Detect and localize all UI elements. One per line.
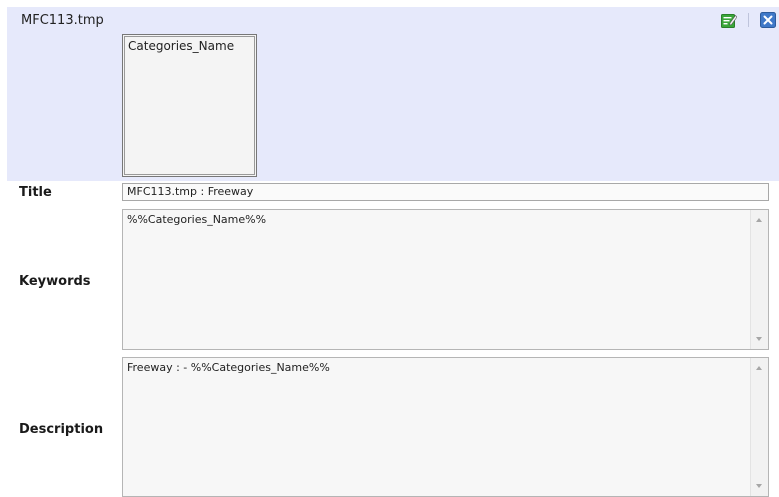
- close-icon[interactable]: [760, 12, 776, 28]
- scroll-up-icon[interactable]: [756, 218, 762, 222]
- keywords-scrollbar[interactable]: [750, 210, 768, 349]
- toolbar-separator: [748, 13, 749, 27]
- description-scrollbar[interactable]: [750, 358, 768, 496]
- edit-icon[interactable]: [721, 12, 738, 28]
- scroll-down-icon[interactable]: [756, 337, 762, 341]
- keywords-text: %%Categories_Name%%: [127, 213, 267, 226]
- list-item[interactable]: Categories_Name: [128, 39, 251, 53]
- description-text: Freeway : - %%Categories_Name%%: [127, 361, 330, 374]
- scroll-up-icon[interactable]: [756, 366, 762, 370]
- categories-list-inner: Categories_Name: [124, 36, 255, 175]
- description-label: Description: [19, 422, 104, 437]
- keywords-textarea[interactable]: %%Categories_Name%%: [122, 209, 769, 350]
- keywords-label: Keywords: [19, 274, 91, 289]
- categories-listbox[interactable]: Categories_Name: [122, 34, 257, 177]
- description-textarea[interactable]: Freeway : - %%Categories_Name%%: [122, 357, 769, 497]
- file-name: MFC113.tmp: [21, 13, 104, 28]
- template-header-panel: MFC113.tmp Categories_Name: [7, 7, 779, 181]
- scroll-down-icon[interactable]: [756, 484, 762, 488]
- title-label: Title: [19, 185, 52, 200]
- title-input[interactable]: MFC113.tmp : Freeway: [122, 183, 769, 201]
